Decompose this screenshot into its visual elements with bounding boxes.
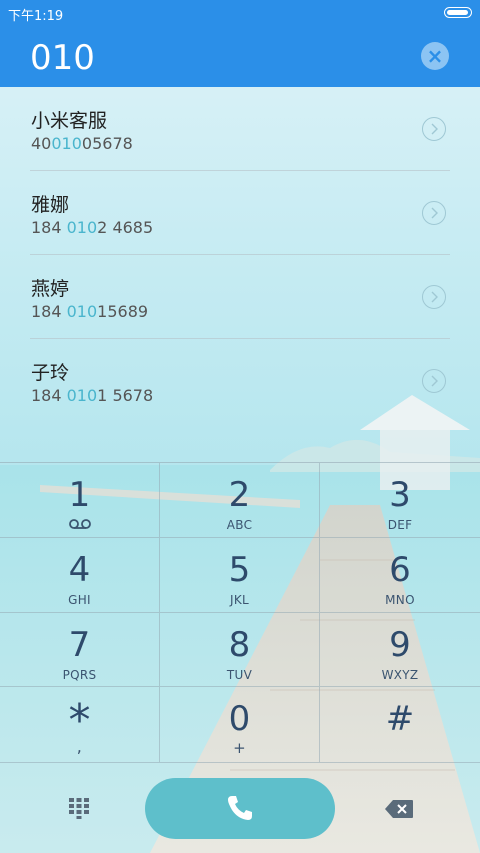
key-digit: 9 — [389, 625, 411, 665]
contact-results: 小米客服 4001005678 雅娜 184 0102 4685 燕婷 184 … — [0, 87, 480, 423]
key-letters: , — [76, 737, 83, 756]
key-letters: MNO — [385, 593, 415, 607]
dialed-number: 010 — [30, 38, 95, 78]
key-hash[interactable]: # — [320, 687, 480, 763]
dial-keypad: 1 2 ABC 3 DEF 4 GHI 5 JKL 6 MNO 7 PQRS 8… — [0, 462, 480, 766]
key-digit: 8 — [228, 625, 251, 665]
key-7[interactable]: 7 PQRS — [0, 613, 160, 687]
close-icon: × — [426, 44, 444, 68]
match-highlight: 010 — [66, 386, 98, 405]
key-digit: # — [385, 699, 415, 739]
key-letters: DEF — [387, 518, 413, 532]
contact-name: 雅娜 — [31, 194, 70, 216]
key-digit: * — [68, 695, 91, 746]
key-letters: WXYZ — [381, 668, 419, 682]
chevron-right-icon[interactable] — [422, 201, 446, 225]
dialpad-icon[interactable] — [68, 797, 90, 819]
chevron-right-icon[interactable] — [422, 285, 446, 309]
contact-name: 燕婷 — [31, 278, 70, 300]
contact-number: 184 0102 4685 — [31, 218, 154, 237]
battery-level — [447, 10, 468, 15]
battery-icon — [444, 7, 472, 18]
backspace-icon[interactable] — [384, 799, 414, 819]
key-4[interactable]: 4 GHI — [0, 538, 160, 613]
key-digit: 4 — [68, 550, 91, 590]
key-digit: 0 — [228, 699, 251, 739]
key-digit: 5 — [228, 550, 251, 590]
call-button[interactable] — [145, 778, 335, 839]
match-highlight: 010 — [51, 134, 82, 153]
key-letters: PQRS — [62, 668, 97, 682]
key-letters: GHI — [68, 593, 91, 607]
contact-number: 184 0101 5678 — [31, 386, 154, 405]
list-item[interactable]: 燕婷 184 01015689 — [0, 255, 480, 339]
key-0[interactable]: 0 + — [160, 687, 320, 763]
key-star[interactable]: * , — [0, 687, 160, 763]
bottom-bar — [0, 765, 480, 853]
list-item[interactable]: 子玲 184 0101 5678 — [0, 339, 480, 423]
contact-number: 4001005678 — [31, 134, 133, 153]
dialer-header: 010 × — [0, 26, 480, 87]
chevron-right-icon[interactable] — [422, 117, 446, 141]
status-bar: 下午1:19 — [0, 0, 480, 26]
match-highlight: 010 — [66, 218, 98, 237]
contact-number: 184 01015689 — [31, 302, 149, 321]
chevron-right-icon[interactable] — [422, 369, 446, 393]
clear-button[interactable]: × — [421, 42, 449, 70]
key-1[interactable]: 1 — [0, 463, 160, 538]
key-6[interactable]: 6 MNO — [320, 538, 480, 613]
list-item[interactable]: 雅娜 184 0102 4685 — [0, 171, 480, 255]
list-item[interactable]: 小米客服 4001005678 — [0, 87, 480, 171]
key-digit: 3 — [389, 475, 411, 515]
key-letters: TUV — [226, 668, 253, 682]
key-8[interactable]: 8 TUV — [160, 613, 320, 687]
voicemail-icon — [69, 519, 91, 529]
key-digit: 6 — [389, 550, 411, 590]
key-5[interactable]: 5 JKL — [160, 538, 320, 613]
phone-icon — [228, 796, 252, 820]
key-letters: JKL — [230, 593, 249, 607]
key-digit: 7 — [68, 625, 91, 665]
key-9[interactable]: 9 WXYZ — [320, 613, 480, 687]
match-highlight: 010 — [66, 302, 98, 321]
key-digit: 1 — [68, 475, 91, 515]
contact-name: 子玲 — [31, 362, 70, 384]
contact-name: 小米客服 — [31, 110, 108, 132]
key-2[interactable]: 2 ABC — [160, 463, 320, 538]
key-letters: + — [233, 739, 246, 757]
status-time: 下午1:19 — [8, 9, 64, 24]
key-3[interactable]: 3 DEF — [320, 463, 480, 538]
key-letters: ABC — [226, 518, 253, 532]
key-digit: 2 — [228, 475, 251, 515]
